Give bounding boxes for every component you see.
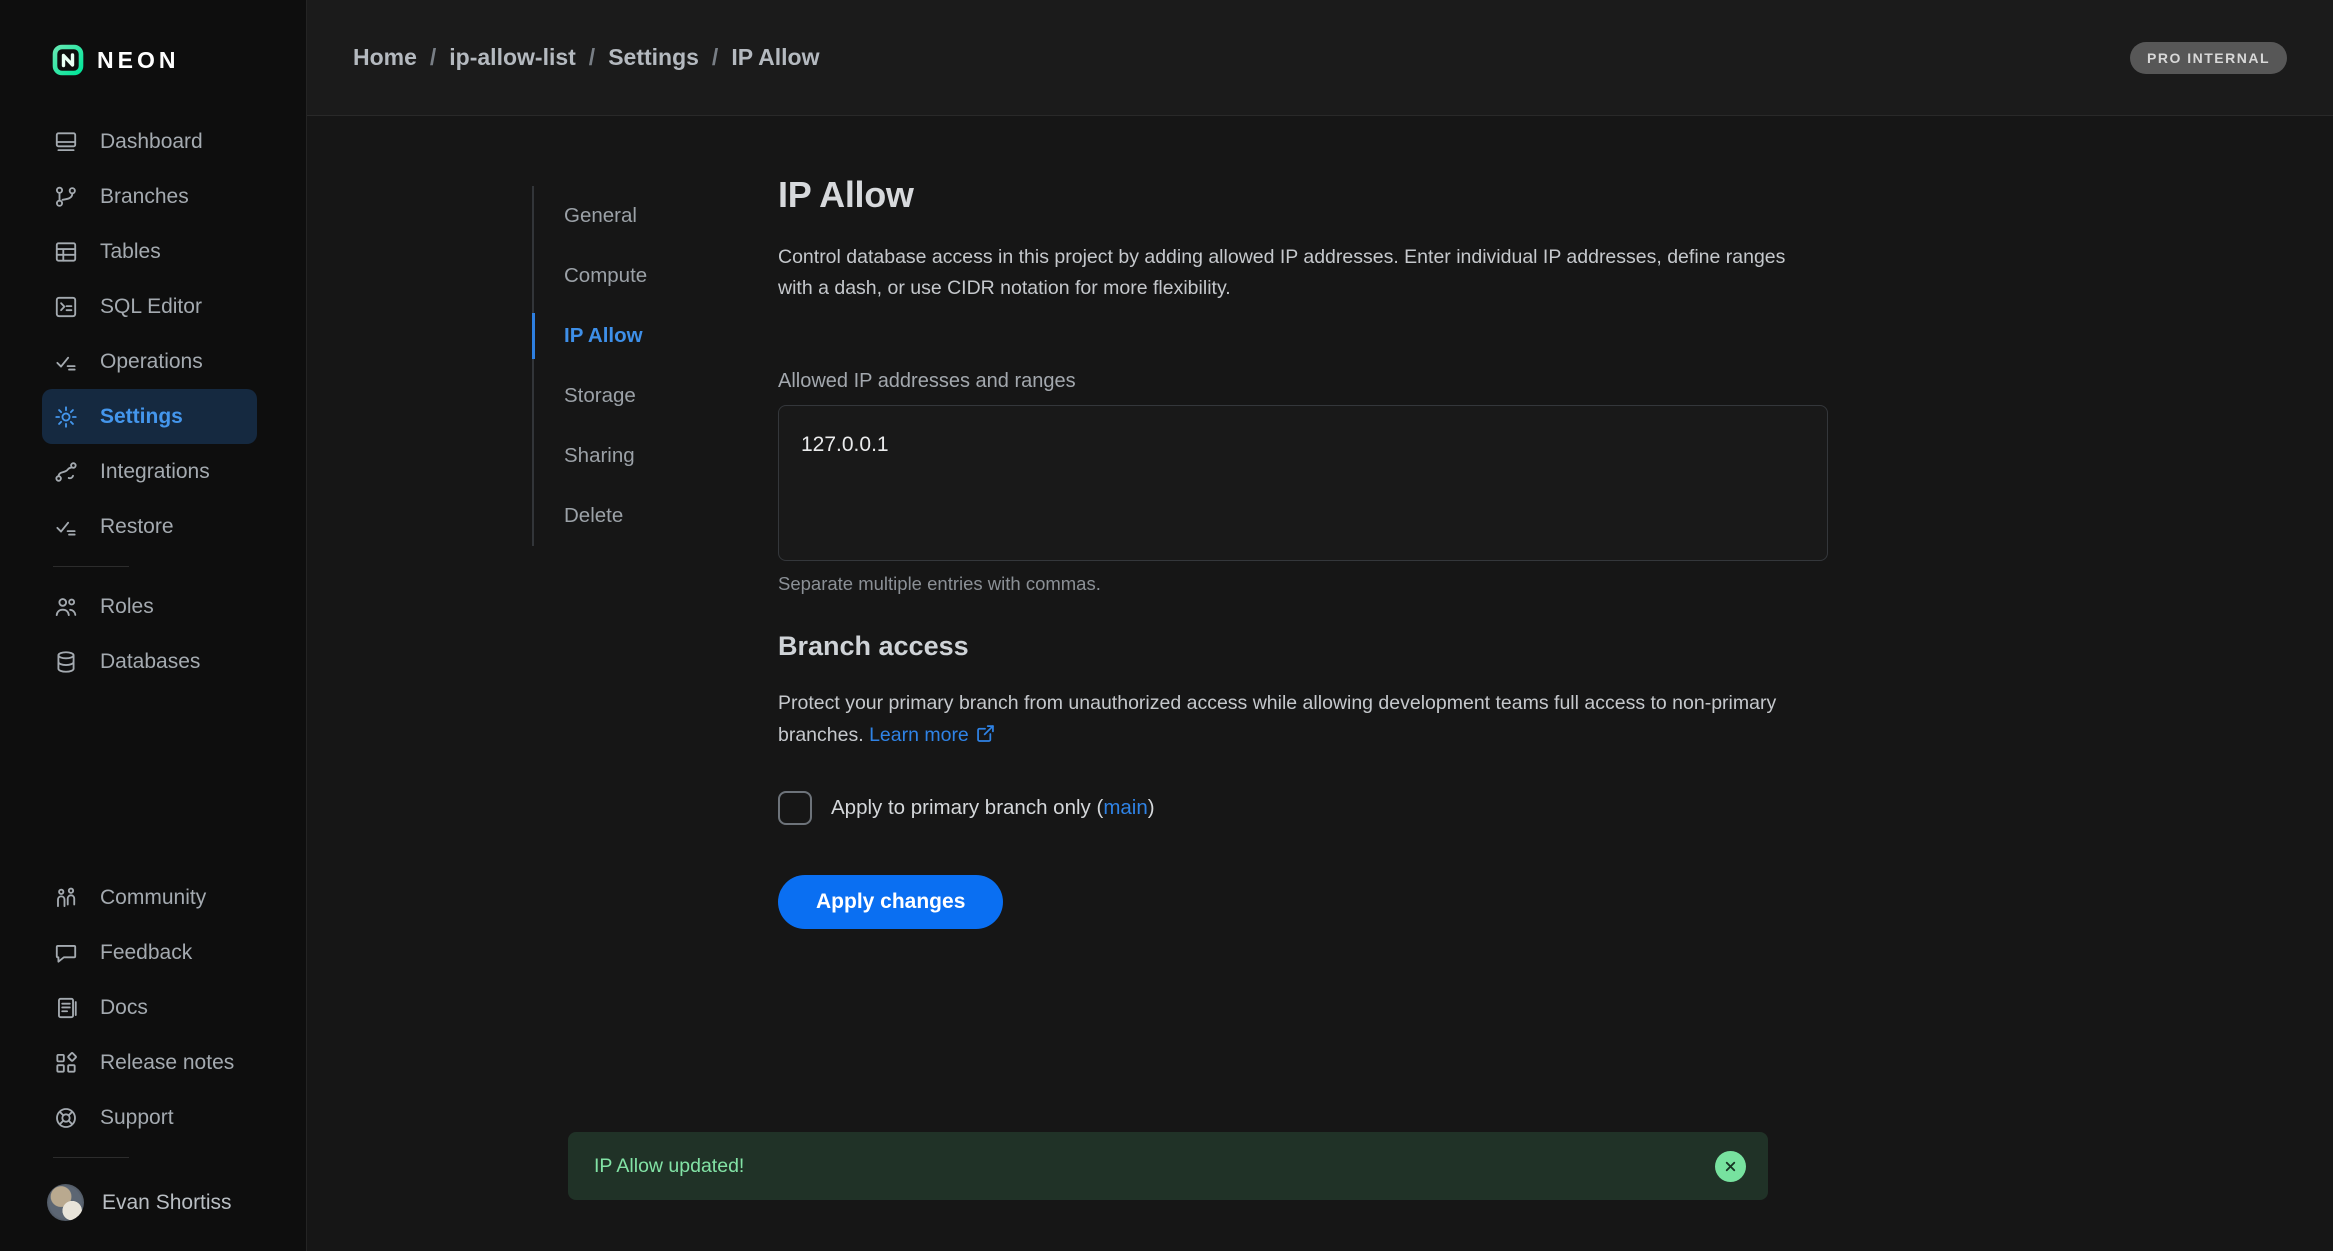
sidebar-item-docs[interactable]: Docs — [42, 980, 257, 1035]
avatar — [47, 1184, 84, 1221]
subnav-item-delete[interactable]: Delete — [534, 486, 714, 546]
subnav-item-sharing[interactable]: Sharing — [534, 426, 714, 486]
breadcrumb-separator: / — [589, 44, 595, 71]
page-description: Control database access in this project … — [778, 242, 1793, 304]
breadcrumb: Home / ip-allow-list / Settings / IP All… — [353, 44, 820, 71]
breadcrumb-separator: / — [430, 44, 436, 71]
external-link-icon — [975, 723, 996, 744]
primary-branch-checkbox-label: Apply to primary branch only (main) — [831, 796, 1155, 820]
ip-addresses-textarea[interactable]: 127.0.0.1 — [778, 405, 1828, 561]
sidebar-item-feedback[interactable]: Feedback — [42, 925, 257, 980]
gear-icon — [53, 404, 79, 430]
ip-allow-panel: IP Allow Control database access in this… — [778, 174, 1828, 929]
database-icon — [53, 649, 79, 675]
branch-access-description: Protect your primary branch from unautho… — [778, 688, 1793, 750]
sidebar-item-operations[interactable]: Operations — [42, 334, 257, 389]
page-title: IP Allow — [778, 174, 1828, 216]
settings-subnav: General Compute IP Allow Storage Sharing… — [532, 186, 714, 546]
primary-branch-checkbox-row: Apply to primary branch only (main) — [778, 791, 1828, 825]
sidebar-main-nav: Dashboard Branches Tables SQL Editor Ope… — [0, 114, 306, 554]
user-menu[interactable]: Evan Shortiss — [0, 1170, 306, 1251]
checklist-icon — [53, 349, 79, 375]
breadcrumb-current: IP Allow — [731, 44, 819, 71]
speech-bubble-icon — [53, 940, 79, 966]
sidebar-divider — [53, 566, 129, 567]
subnav-item-storage[interactable]: Storage — [534, 366, 714, 426]
subnav-item-ip-allow[interactable]: IP Allow — [534, 306, 714, 366]
sidebar-footer-nav: Community Feedback Docs Release notes Su… — [0, 870, 306, 1145]
user-name: Evan Shortiss — [102, 1191, 232, 1215]
breadcrumb-home[interactable]: Home — [353, 44, 417, 71]
sidebar-item-restore[interactable]: Restore — [42, 499, 257, 554]
sidebar-secondary-nav: Roles Databases — [0, 579, 306, 689]
neon-console: NEON Dashboard Branches Tables SQL Edito… — [0, 0, 2333, 1251]
workflow-icon — [53, 459, 79, 485]
sidebar-item-community[interactable]: Community — [42, 870, 257, 925]
terminal-icon — [53, 294, 79, 320]
sidebar-item-integrations[interactable]: Integrations — [42, 444, 257, 499]
lifebuoy-icon — [53, 1105, 79, 1131]
toast-close-button[interactable] — [1715, 1151, 1746, 1182]
subnav-item-compute[interactable]: Compute — [534, 246, 714, 306]
success-toast: IP Allow updated! — [568, 1132, 1768, 1200]
main-branch-link[interactable]: main — [1103, 796, 1147, 819]
plan-badge: PRO INTERNAL — [2130, 42, 2287, 74]
apply-changes-button[interactable]: Apply changes — [778, 875, 1003, 929]
community-icon — [53, 885, 79, 911]
toast-message: IP Allow updated! — [594, 1155, 744, 1178]
restore-checklist-icon — [53, 514, 79, 540]
subnav-item-general[interactable]: General — [534, 186, 714, 246]
users-icon — [53, 594, 79, 620]
primary-branch-checkbox[interactable] — [778, 791, 812, 825]
branch-access-title: Branch access — [778, 631, 1828, 662]
document-icon — [53, 995, 79, 1021]
sidebar-item-settings[interactable]: Settings — [42, 389, 257, 444]
sidebar: NEON Dashboard Branches Tables SQL Edito… — [0, 0, 307, 1251]
sidebar-item-branches[interactable]: Branches — [42, 169, 257, 224]
neon-logo-icon — [52, 44, 84, 76]
sidebar-item-sql-editor[interactable]: SQL Editor — [42, 279, 257, 334]
table-icon — [53, 239, 79, 265]
sidebar-item-roles[interactable]: Roles — [42, 579, 257, 634]
top-header: Home / ip-allow-list / Settings / IP All… — [307, 0, 2333, 116]
ip-field-label: Allowed IP addresses and ranges — [778, 370, 1828, 393]
learn-more-link[interactable]: Learn more — [869, 724, 996, 746]
sidebar-item-databases[interactable]: Databases — [42, 634, 257, 689]
brand-logo[interactable]: NEON — [0, 0, 306, 114]
breadcrumb-settings[interactable]: Settings — [608, 44, 699, 71]
sidebar-item-tables[interactable]: Tables — [42, 224, 257, 279]
sidebar-divider-bottom — [53, 1157, 129, 1158]
sidebar-item-dashboard[interactable]: Dashboard — [42, 114, 257, 169]
git-branch-icon — [53, 184, 79, 210]
sidebar-spacer — [0, 689, 306, 870]
breadcrumb-separator: / — [712, 44, 718, 71]
ip-field-helper: Separate multiple entries with commas. — [778, 573, 1828, 595]
sidebar-item-support[interactable]: Support — [42, 1090, 257, 1145]
brand-wordmark: NEON — [97, 47, 179, 74]
close-icon — [1723, 1159, 1738, 1174]
dashboard-icon — [53, 129, 79, 155]
release-notes-icon — [53, 1050, 79, 1076]
sidebar-item-release-notes[interactable]: Release notes — [42, 1035, 257, 1090]
breadcrumb-project[interactable]: ip-allow-list — [449, 44, 576, 71]
